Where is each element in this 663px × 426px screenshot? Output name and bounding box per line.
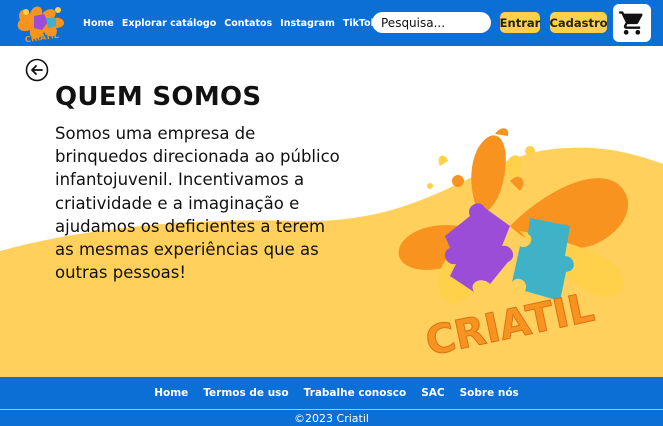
footer-link-about[interactable]: Sobre nós (460, 387, 519, 399)
nav-home[interactable]: Home (83, 18, 114, 29)
login-button[interactable]: Entrar (500, 12, 540, 33)
footer-link-home[interactable]: Home (154, 387, 188, 399)
footer-nav: Home Termos de uso Trabalhe conosco SAC … (0, 377, 663, 409)
nav-instagram[interactable]: Instagram (280, 18, 335, 29)
footer-link-terms[interactable]: Termos de uso (203, 387, 288, 399)
footer-link-careers[interactable]: Trabalhe conosco (304, 387, 407, 399)
shopping-cart-icon (619, 11, 643, 35)
back-button[interactable] (25, 58, 49, 82)
site-header: CRIATIL Home Explorar catálogo Contatos … (0, 0, 663, 46)
arrow-left-circle-icon (25, 58, 49, 82)
page-title: QUEM SOMOS (55, 82, 262, 112)
main-nav: Home Explorar catálogo Contatos Instagra… (83, 0, 377, 46)
nav-explorar-catalogo[interactable]: Explorar catálogo (122, 18, 216, 29)
search-input[interactable] (372, 12, 491, 33)
signup-button[interactable]: Cadastro (549, 12, 608, 33)
site-footer: Home Termos de uso Trabalhe conosco SAC … (0, 377, 663, 426)
footer-divider (0, 409, 663, 410)
about-description: Somos uma empresa de brinquedos direcion… (55, 124, 340, 283)
about-section: QUEM SOMOS Somos uma empresa de brinqued… (0, 46, 663, 377)
cart-button[interactable] (613, 4, 651, 42)
brand-illustration: CRIATIL (370, 126, 660, 366)
criatil-logo[interactable]: CRIATIL (14, 2, 70, 44)
nav-contatos[interactable]: Contatos (224, 18, 272, 29)
copyright-text: ©2023 Criatil (294, 412, 369, 425)
logo-wordmark: CRIATIL (24, 31, 59, 44)
footer-link-sac[interactable]: SAC (421, 387, 444, 399)
